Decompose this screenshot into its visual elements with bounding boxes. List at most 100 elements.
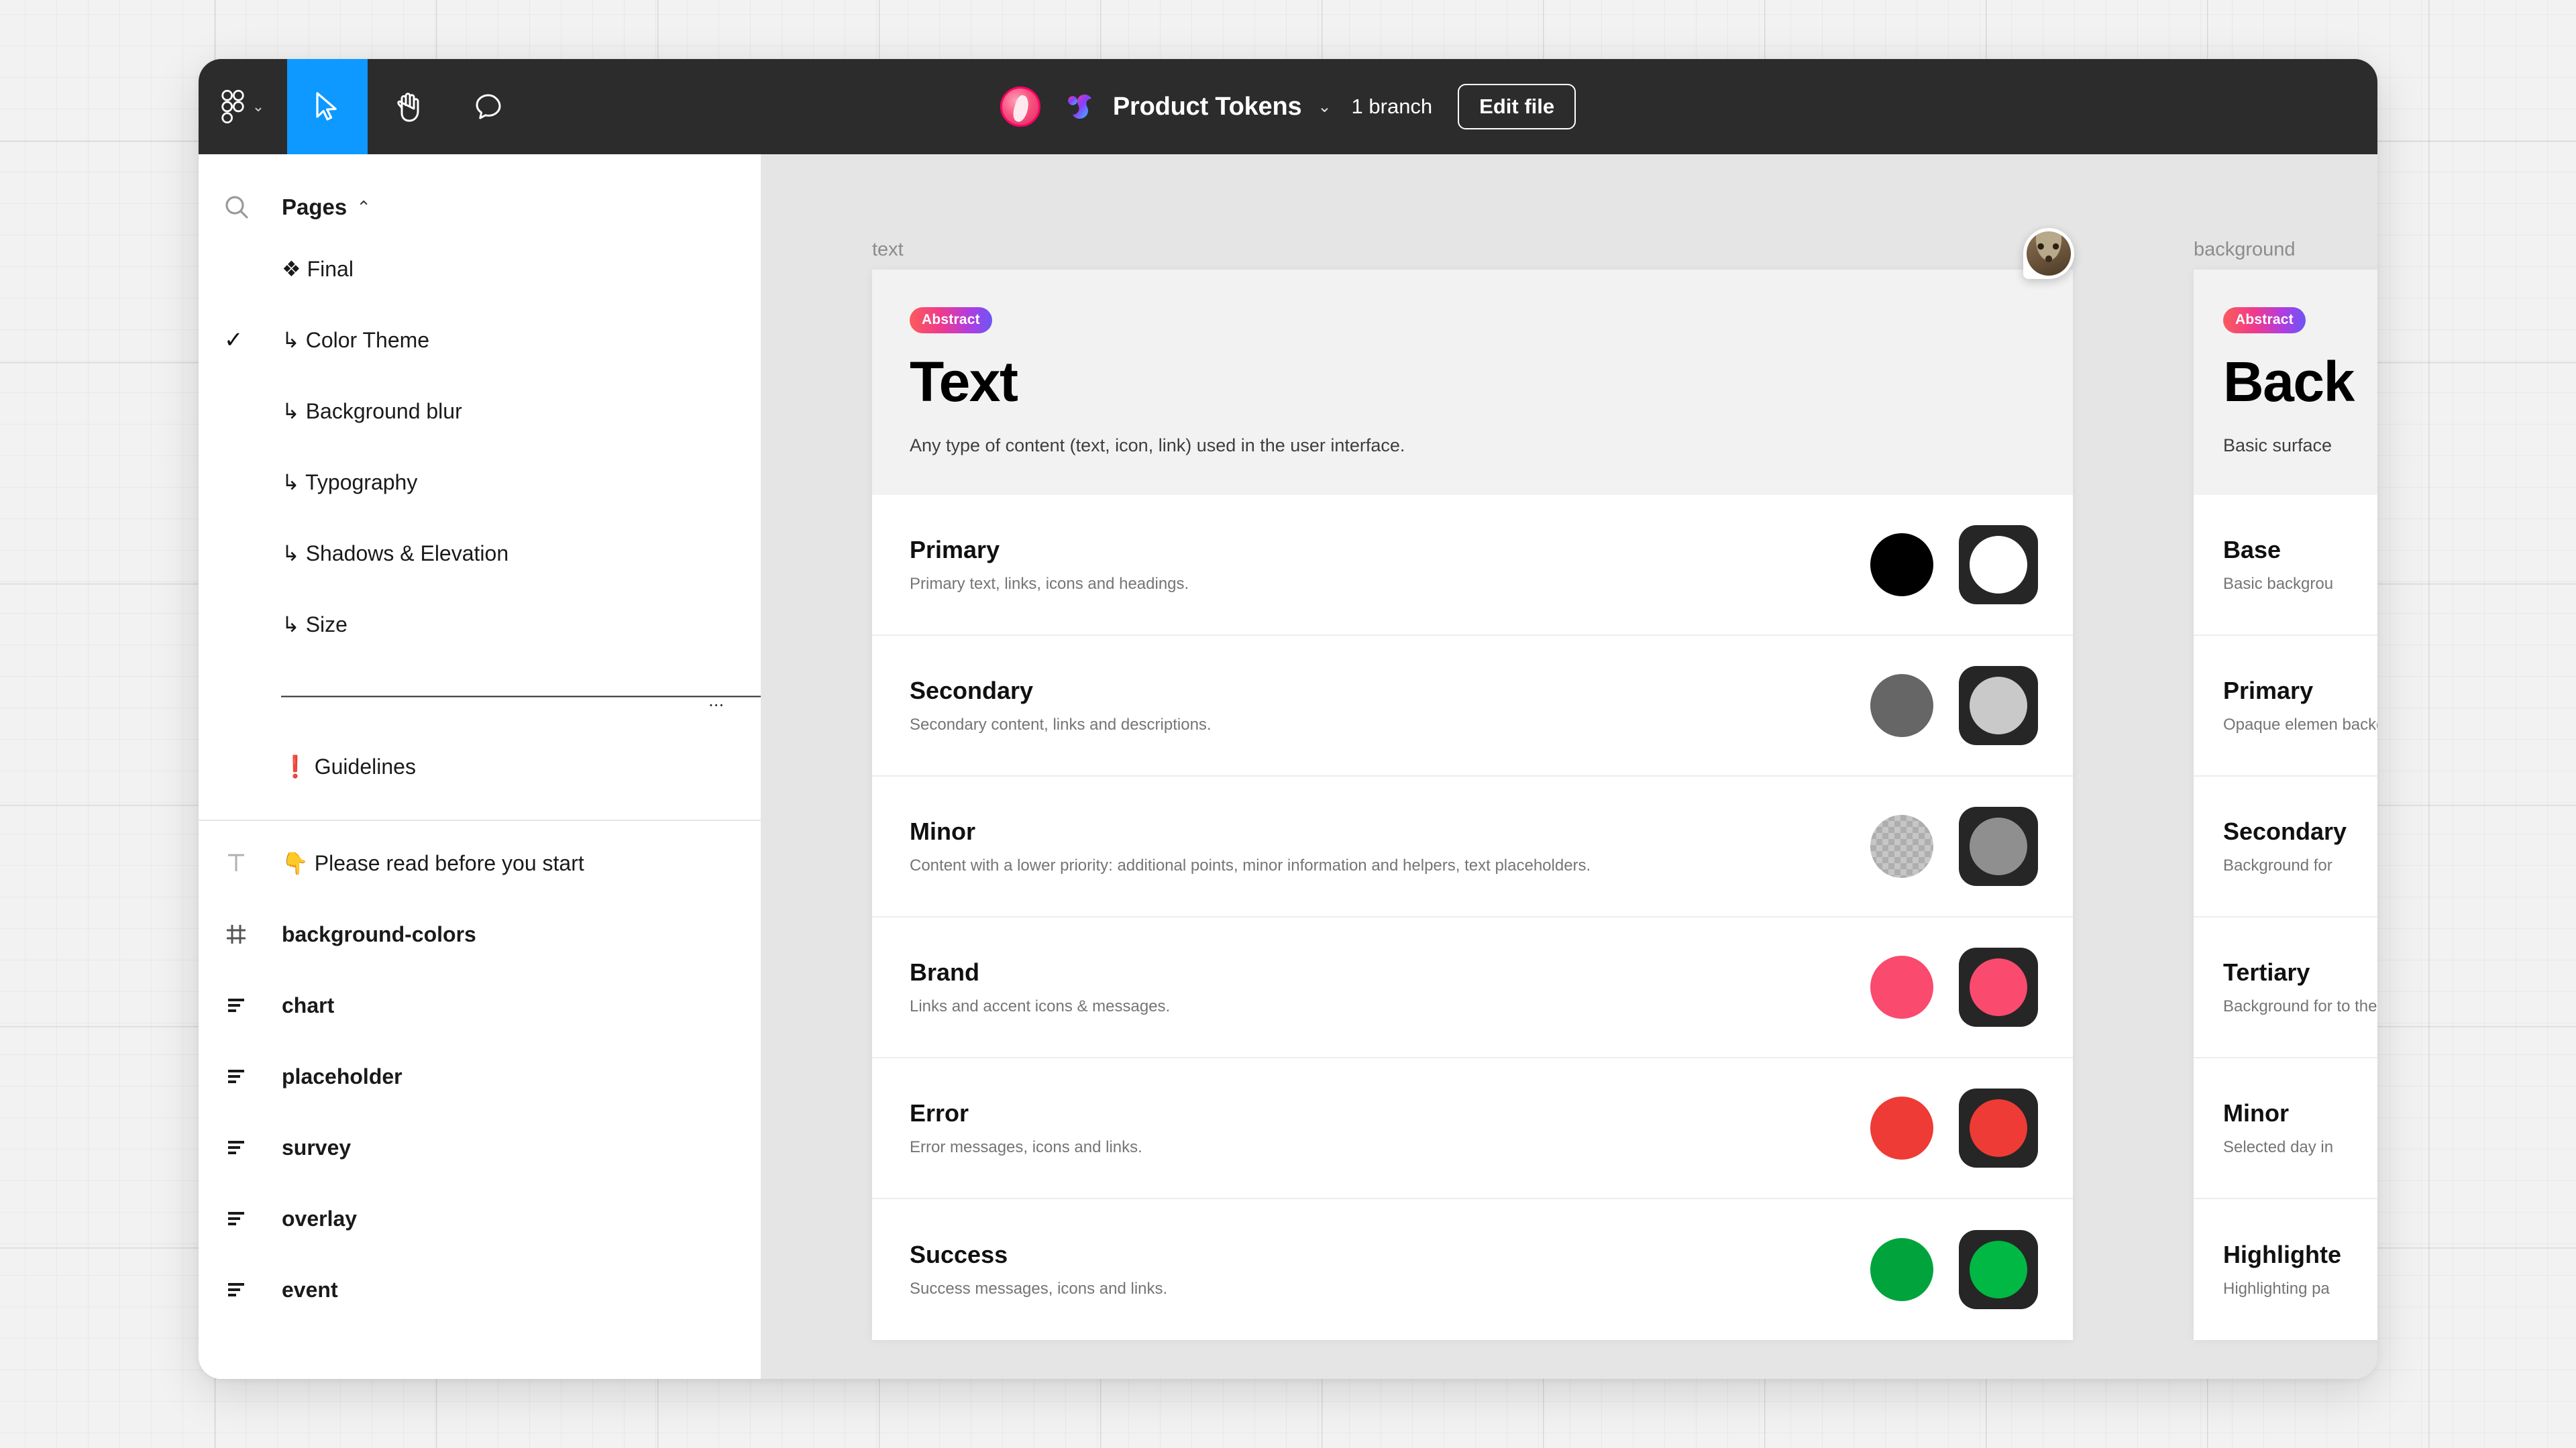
token-name: Minor <box>910 818 1591 846</box>
swatch-light <box>1870 674 1933 737</box>
collaborator-cursor-avatar <box>2023 228 2074 279</box>
swatch-dark <box>1959 1089 2038 1168</box>
token-row[interactable]: Error Error messages, icons and links. <box>872 1058 2073 1199</box>
branch-count-label[interactable]: 1 branch <box>1352 95 1433 119</box>
token-swatches <box>1870 948 2038 1027</box>
figma-window: ⌄ <box>199 59 2377 1379</box>
text-layer-icon <box>224 851 264 875</box>
text-align-icon <box>224 1278 264 1302</box>
chevron-down-icon[interactable]: ⌄ <box>1318 97 1331 117</box>
swatch-light <box>1870 1238 1933 1301</box>
frame-text[interactable]: Abstract Text Any type of content (text,… <box>872 270 2073 1340</box>
swatch-light <box>1870 533 1933 596</box>
token-row[interactable]: Minor Content with a lower priority: add… <box>872 777 2073 917</box>
layer-label: background-colors <box>282 922 476 947</box>
token-row[interactable]: Brand Links and accent icons & messages. <box>872 917 2073 1058</box>
avatar[interactable] <box>1000 87 1040 127</box>
token-name: Success <box>910 1241 1167 1269</box>
page-label: ↳ Size <box>282 612 347 637</box>
token-row[interactable]: Highlighte Highlighting pa <box>2194 1199 2377 1340</box>
layer-item-background-colors[interactable]: background-colors <box>199 899 761 970</box>
chevron-up-icon[interactable]: ⌃ <box>356 197 371 218</box>
token-swatches <box>1870 1089 2038 1168</box>
swatch-light <box>1870 1097 1933 1160</box>
abstract-badge: Abstract <box>910 307 992 333</box>
token-row[interactable]: Primary Primary text, links, icons and h… <box>872 495 2073 636</box>
comment-icon <box>474 93 502 121</box>
page-item-final[interactable]: ❖ Final <box>199 233 761 304</box>
comment-tool-button[interactable] <box>448 59 529 154</box>
token-description: Background for <box>2223 856 2377 875</box>
page-label: ↳ Color Theme <box>282 327 429 353</box>
page-item-size[interactable]: ↳ Size <box>199 589 761 660</box>
page-item-background-blur[interactable]: ↳ Background blur <box>199 376 761 447</box>
text-align-icon <box>224 993 264 1017</box>
move-tool-button[interactable] <box>287 59 368 154</box>
token-name: Base <box>2223 536 2377 564</box>
file-title[interactable]: Product Tokens <box>1113 93 1302 121</box>
token-row[interactable]: Secondary Secondary content, links and d… <box>872 636 2073 777</box>
edit-file-button[interactable]: Edit file <box>1458 84 1576 129</box>
layer-item-survey[interactable]: survey <box>199 1112 761 1183</box>
frame-background-hero: Abstract Back Basic surface <box>2194 270 2377 495</box>
layer-item-overlay[interactable]: overlay <box>199 1183 761 1254</box>
page-item-shadows-elevation[interactable]: ↳ Shadows & Elevation <box>199 518 761 589</box>
token-name: Error <box>910 1099 1142 1127</box>
token-row[interactable]: Minor Selected day in <box>2194 1058 2377 1199</box>
layer-label: 👇 Please read before you start <box>282 850 584 876</box>
frame-background[interactable]: Abstract Back Basic surface Base Basic b… <box>2194 270 2377 1340</box>
token-name: Primary <box>910 536 1189 564</box>
page-item-guidelines[interactable]: ❗ Guidelines <box>199 731 761 802</box>
branch-icon[interactable] <box>1062 89 1097 124</box>
frame-label-background[interactable]: background <box>2194 239 2296 261</box>
pages-label: Pages <box>282 194 347 220</box>
token-row[interactable]: Tertiary Background for to the seconda <box>2194 917 2377 1058</box>
hand-tool-button[interactable] <box>368 59 448 154</box>
sidebar-divider <box>199 820 761 821</box>
token-row[interactable]: Success Success messages, icons and link… <box>872 1199 2073 1340</box>
left-sidebar: Pages ⌃ ❖ Final ✓ ↳ Color Theme ↳ Backgr… <box>199 154 762 1379</box>
text-align-icon <box>224 1064 264 1089</box>
token-row[interactable]: Primary Opaque elemen background. <box>2194 636 2377 777</box>
token-description: Highlighting pa <box>2223 1280 2377 1298</box>
page-label: ↳ Shadows & Elevation <box>282 541 508 566</box>
chevron-down-icon[interactable]: ⌄ <box>252 99 264 114</box>
layer-item-please-read[interactable]: 👇 Please read before you start <box>199 828 761 899</box>
layer-item-chart[interactable]: chart <box>199 970 761 1041</box>
layer-label: event <box>282 1278 338 1302</box>
token-name: Tertiary <box>2223 958 2377 987</box>
token-row[interactable]: Base Basic backgrou <box>2194 495 2377 636</box>
cursor-icon <box>315 91 340 122</box>
frame-label-text[interactable]: text <box>872 239 904 261</box>
token-description: Links and accent icons & messages. <box>910 997 1170 1016</box>
page-item-typography[interactable]: ↳ Typography <box>199 447 761 518</box>
figma-logo-icon <box>221 90 244 123</box>
pages-header[interactable]: Pages ⌃ <box>199 181 761 233</box>
page-item-divider-rule[interactable]: —————————————————————————— ... <box>199 660 761 731</box>
token-name: Secondary <box>910 677 1212 705</box>
token-description: Background for to the seconda <box>2223 997 2377 1016</box>
layer-item-event[interactable]: event <box>199 1254 761 1325</box>
page-item-color-theme[interactable]: ✓ ↳ Color Theme <box>199 304 761 376</box>
token-name: Highlighte <box>2223 1241 2377 1269</box>
abstract-badge: Abstract <box>2223 307 2306 333</box>
token-row[interactable]: Secondary Background for <box>2194 777 2377 917</box>
design-canvas[interactable]: text Abstract Text Any type of content (… <box>762 154 2377 1379</box>
token-description: Success messages, icons and links. <box>910 1280 1167 1298</box>
swatch-light <box>1870 956 1933 1019</box>
frame-text-description: Any type of content (text, icon, link) u… <box>910 435 2035 456</box>
swatch-dark <box>1959 525 2038 604</box>
search-icon[interactable] <box>224 194 264 220</box>
figma-menu-button[interactable]: ⌄ <box>199 59 287 154</box>
token-swatches <box>1870 666 2038 745</box>
layer-item-placeholder[interactable]: placeholder <box>199 1041 761 1112</box>
frame-icon <box>224 922 264 946</box>
layer-label: placeholder <box>282 1064 402 1089</box>
page-label: ❖ Final <box>282 256 354 282</box>
layer-label: overlay <box>282 1207 357 1231</box>
page-label: ↳ Typography <box>282 469 417 495</box>
text-align-icon <box>224 1207 264 1231</box>
token-name: Brand <box>910 958 1170 987</box>
swatch-dark <box>1959 807 2038 886</box>
page-label: ↳ Background blur <box>282 398 462 424</box>
